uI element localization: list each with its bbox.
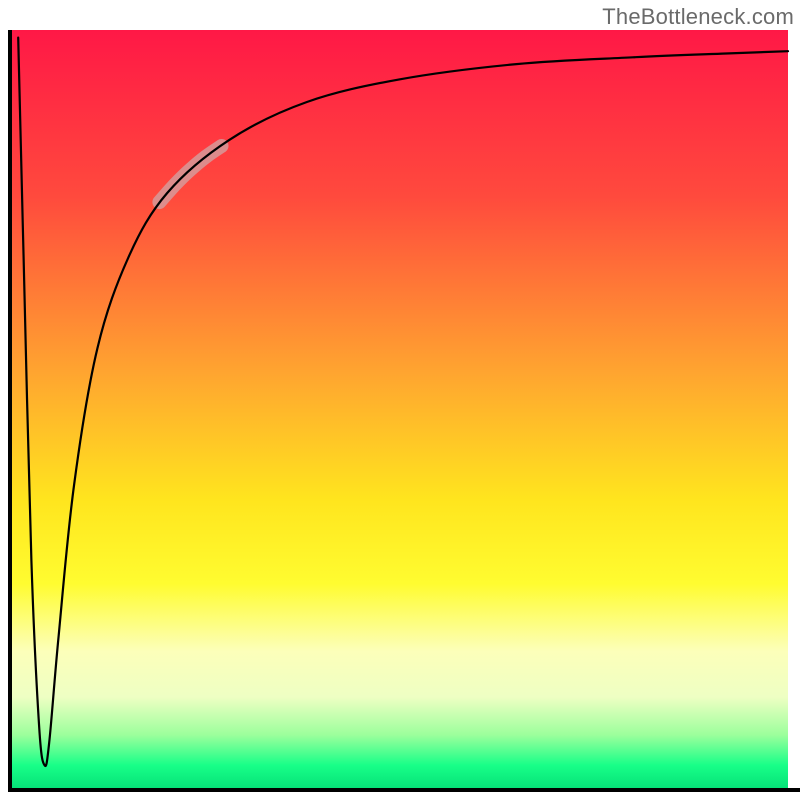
y-axis <box>8 30 12 792</box>
watermark-text: TheBottleneck.com <box>602 4 794 30</box>
chart-frame: TheBottleneck.com <box>0 0 800 800</box>
highlight-segment <box>159 146 221 202</box>
curve-layer <box>12 30 788 788</box>
bottleneck-curve <box>18 38 788 766</box>
x-axis <box>8 788 800 792</box>
